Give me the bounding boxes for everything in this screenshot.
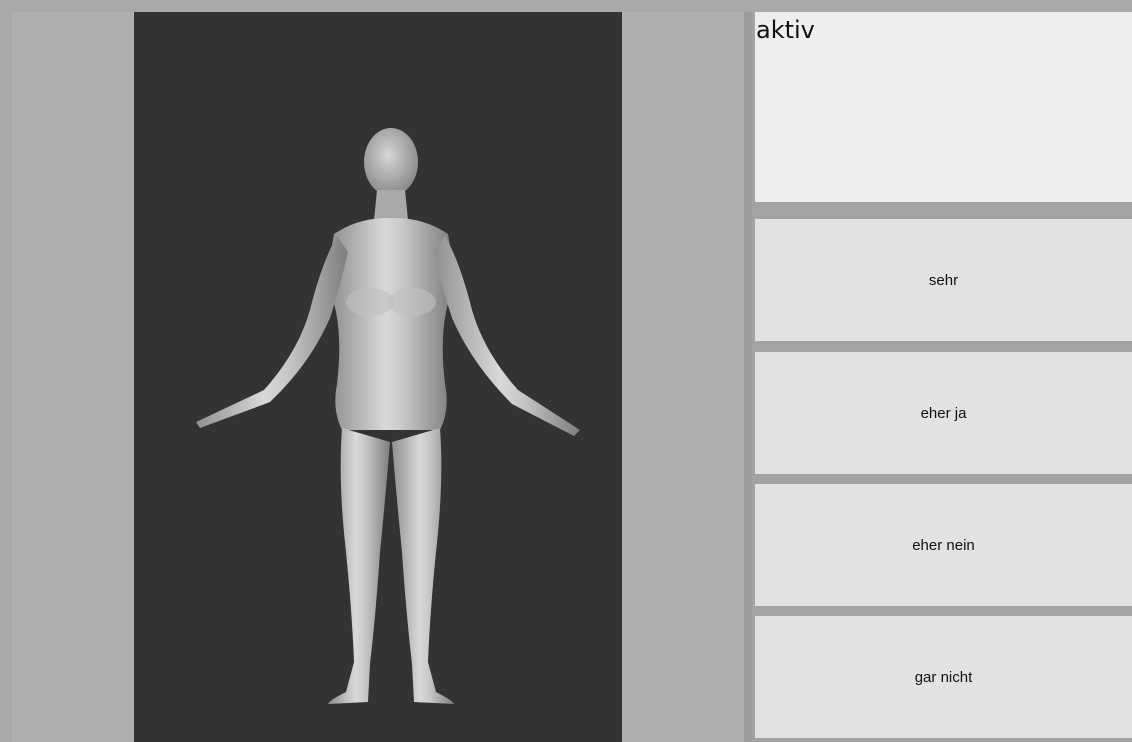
3d-viewport[interactable] <box>134 12 622 742</box>
option-label: eher nein <box>912 536 975 554</box>
option-label: gar nicht <box>914 668 973 686</box>
body-model-figure <box>196 128 580 704</box>
model-torso <box>330 217 452 430</box>
model-head <box>364 128 418 196</box>
attribute-text: aktiv <box>756 16 815 44</box>
option-button-sehr[interactable]: sehr <box>755 219 1132 341</box>
model-right-arm <box>434 236 580 436</box>
rating-panel: aktiv sehr eher ja eher nein gar nicht <box>752 12 1132 742</box>
model-right-leg <box>392 428 454 704</box>
option-button-eher-ja[interactable]: eher ja <box>755 352 1132 474</box>
option-label: eher ja <box>920 404 967 422</box>
model-neck <box>374 190 408 220</box>
option-label: sehr <box>928 271 959 289</box>
app-window: aktiv sehr eher ja eher nein gar nicht <box>0 0 1132 742</box>
attribute-display: aktiv <box>755 12 1132 202</box>
panel-divider <box>744 12 752 742</box>
model-left-arm <box>196 236 348 428</box>
model-left-leg <box>328 428 390 704</box>
option-button-gar-nicht[interactable]: gar nicht <box>755 616 1132 738</box>
option-button-eher-nein[interactable]: eher nein <box>755 484 1132 606</box>
